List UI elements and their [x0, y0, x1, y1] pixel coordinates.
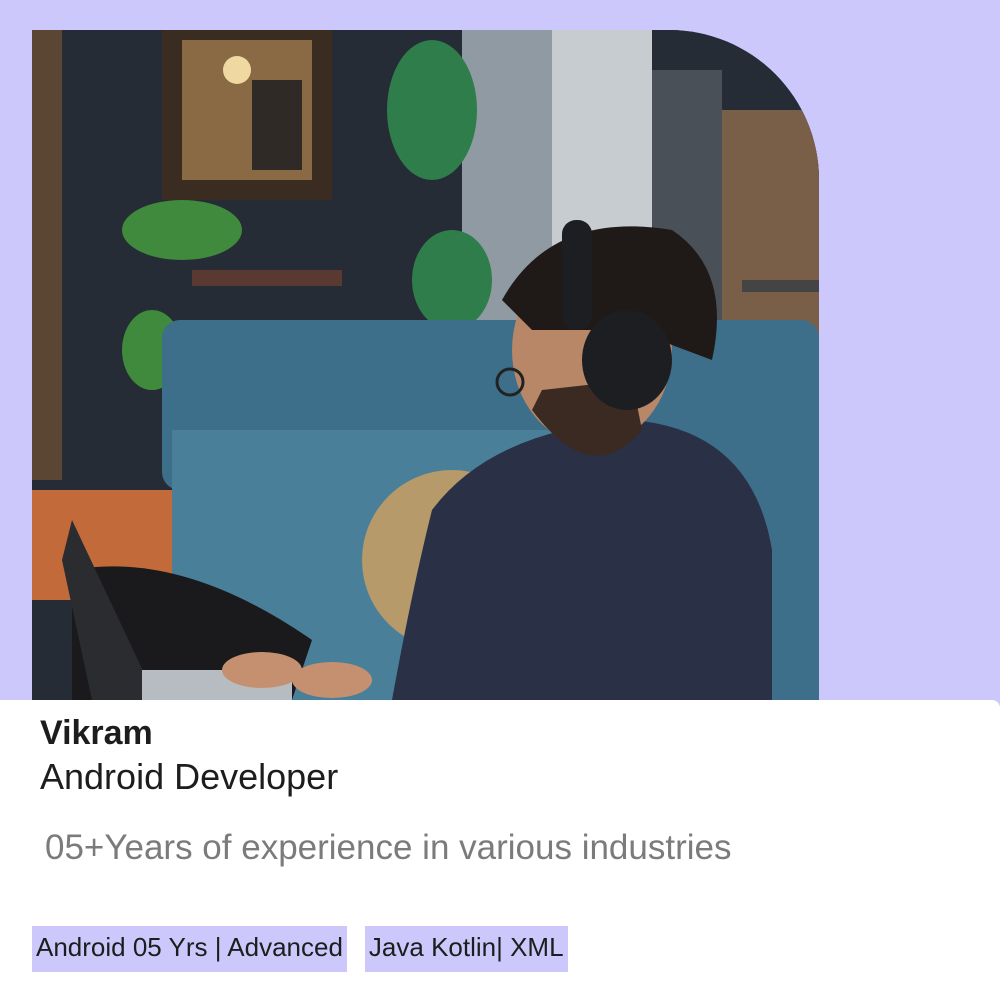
skill-tags: Android 05 Yrs | Advanced Java Kotlin| X… [32, 926, 568, 972]
profile-photo [32, 30, 819, 700]
profile-photo-illustration [32, 30, 819, 700]
profile-experience: 05+Years of experience in various indust… [45, 828, 732, 867]
profile-card: Vikram Android Developer 05+Years of exp… [0, 0, 1000, 1000]
profile-role: Android Developer [40, 756, 339, 797]
profile-info-panel: Vikram Android Developer 05+Years of exp… [0, 700, 1000, 1000]
skill-tag-languages: Java Kotlin| XML [364, 926, 568, 972]
skill-tag-android: Android 05 Yrs | Advanced [32, 926, 347, 972]
profile-name: Vikram [40, 714, 153, 752]
